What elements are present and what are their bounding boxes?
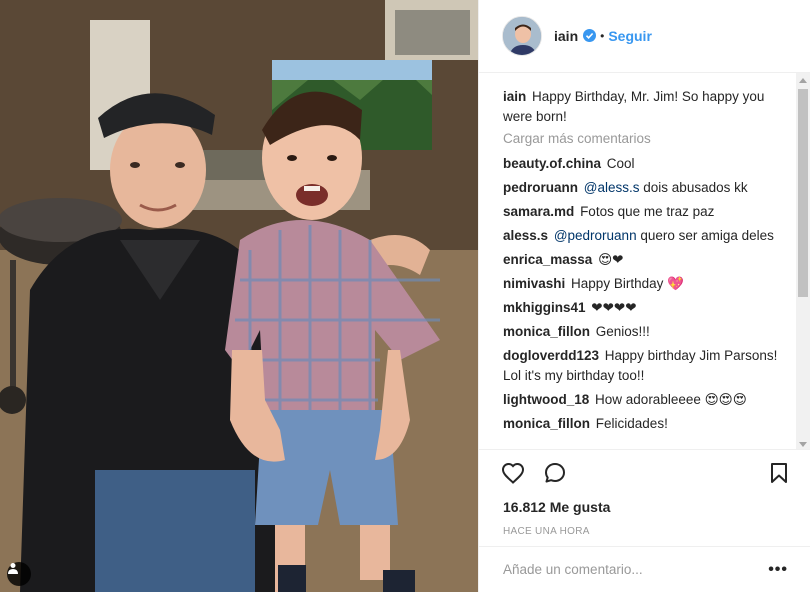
comment-username[interactable]: lightwood_18: [503, 392, 589, 407]
comment-username[interactable]: monica_fillon: [503, 416, 590, 431]
comment-text: Genios!!!: [595, 323, 650, 339]
comment-username[interactable]: monica_fillon: [503, 324, 590, 339]
more-options-icon[interactable]: •••: [768, 561, 788, 577]
caption: iain Happy Birthday, Mr. Jim! So happy y…: [503, 87, 790, 127]
comment-item: monica_fillon Genios!!!: [503, 322, 790, 342]
comment-username[interactable]: mkhiggins41: [503, 300, 586, 315]
post-actions: [479, 448, 810, 497]
comment-text: quero ser amiga deles: [640, 227, 774, 243]
avatar[interactable]: [502, 15, 542, 56]
comment-username[interactable]: dogloverdd123: [503, 348, 599, 363]
load-more-comments-button[interactable]: Cargar más comentarios: [503, 131, 790, 146]
comment-username[interactable]: aless.s: [503, 228, 548, 243]
comment-text: Felicidades!: [595, 415, 668, 431]
likes-count[interactable]: 16.812 Me gusta: [479, 497, 810, 519]
comment-text: dois abusados kk: [643, 179, 748, 195]
post-side-panel: iain • Seguir iain Happy Birthday, Mr. J…: [478, 0, 810, 592]
comment-item: enrica_massa 😍❤: [503, 250, 790, 270]
comments-scrollbar[interactable]: [796, 72, 810, 449]
comment-item: monica_fillon Felicidades!: [503, 414, 790, 434]
post-timestamp[interactable]: HACE UNA HORA: [479, 519, 810, 547]
comment-text: ❤❤❤❤: [591, 299, 637, 315]
comment-item: mkhiggins41 ❤❤❤❤: [503, 298, 790, 318]
header-separator: •: [600, 28, 605, 43]
add-comment-input[interactable]: [503, 562, 769, 578]
comment-item: samara.md Fotos que me traz paz: [503, 202, 790, 222]
comment-username[interactable]: beauty.of.china: [503, 156, 601, 171]
caption-username[interactable]: iain: [503, 89, 526, 104]
comment-text: Cool: [606, 155, 635, 171]
comment-mention[interactable]: @aless.s: [584, 180, 640, 195]
comment-item: nimivashi Happy Birthday 💖: [503, 274, 790, 294]
post-header: iain • Seguir: [479, 0, 810, 73]
comment-item: lightwood_18 How adorableeee 😍😍😍: [503, 390, 790, 410]
comment-username[interactable]: samara.md: [503, 204, 574, 219]
comment-username[interactable]: nimivashi: [503, 276, 565, 291]
comment-text: 😍❤: [598, 251, 624, 267]
comment-mention[interactable]: @pedroruann: [554, 228, 637, 243]
comment-item: pedroruann @aless.s dois abusados kk: [503, 178, 790, 198]
comment-item: dogloverdd123 Happy birthday Jim Parsons…: [503, 346, 790, 386]
author-username[interactable]: iain: [554, 28, 578, 44]
post-photo[interactable]: [0, 0, 478, 592]
heart-icon[interactable]: [501, 462, 525, 485]
scroll-down-arrow-icon[interactable]: [799, 441, 807, 447]
follow-button[interactable]: Seguir: [608, 28, 652, 44]
comment-text: Happy Birthday 💖: [571, 275, 684, 291]
comment-item: beauty.of.china Cool: [503, 154, 790, 174]
instagram-post-view: iain • Seguir iain Happy Birthday, Mr. J…: [0, 0, 810, 592]
add-comment-bar: •••: [479, 546, 810, 592]
user-tag-icon[interactable]: [7, 562, 31, 586]
person-icon: [8, 563, 18, 574]
caption-text: Happy Birthday, Mr. Jim! So happy you we…: [503, 88, 765, 124]
comment-bubble-icon[interactable]: [543, 461, 567, 485]
comment-item: aless.s @pedroruann quero ser amiga dele…: [503, 226, 790, 246]
comment-text: Fotos que me traz paz: [580, 203, 715, 219]
avatar-image: [503, 16, 541, 55]
bookmark-icon[interactable]: [770, 462, 788, 484]
photo-illustration: [0, 0, 478, 592]
scrollbar-thumb[interactable]: [798, 88, 808, 297]
comment-username[interactable]: enrica_massa: [503, 252, 592, 267]
verified-badge-icon: [583, 29, 597, 43]
comments-list[interactable]: iain Happy Birthday, Mr. Jim! So happy y…: [479, 72, 810, 449]
scroll-up-arrow-icon[interactable]: [799, 77, 807, 83]
comment-text: How adorableeee 😍😍😍: [595, 391, 747, 407]
comment-username[interactable]: pedroruann: [503, 180, 578, 195]
